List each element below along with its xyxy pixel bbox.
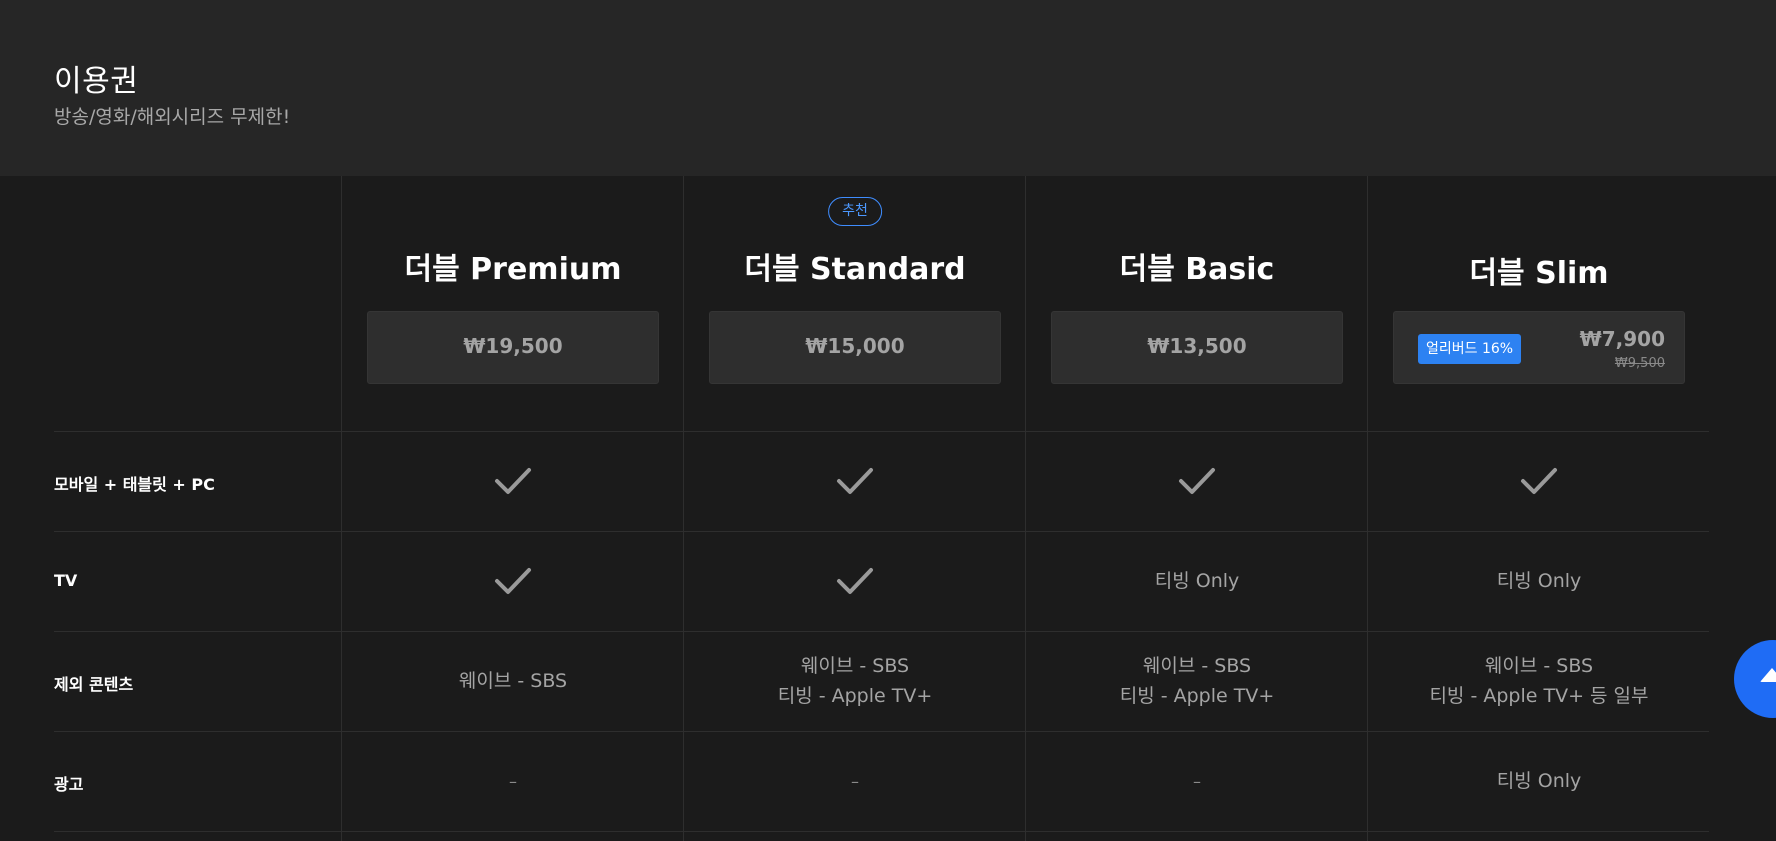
table-cell [342,566,684,605]
row-label-devices: 모바일 + 태블릿 + PC [54,475,215,494]
recommended-badge: 추천 [828,197,882,226]
cell-text: – [851,772,859,791]
checkmark-icon [836,568,874,601]
plan-name: 더블 Basic [1119,252,1275,287]
table-cell: – [342,766,684,797]
plan-basic[interactable]: 더블 Basic ₩13,500 [1026,176,1368,432]
page-title: 이용권 [54,64,139,99]
table-cell: 웨이브 - SBS 티빙 - Apple TV+ [1026,651,1368,711]
row-divider [54,831,1709,832]
cell-text: 티빙 Only [1154,570,1240,592]
table-cell [684,566,1026,605]
plan-name: 더블 Premium [404,252,622,287]
checkmark-icon [1520,468,1558,501]
plan-name: 더블 Standard [744,252,966,287]
table-cell: 웨이브 - SBS 티빙 - Apple TV+ 등 일부 [1368,651,1710,711]
plan-name: 더블 Slim [1469,256,1609,291]
row-label-ads: 광고 [54,775,84,794]
price-box[interactable]: 얼리버드 16% ₩7,900 ₩9,500 [1393,311,1685,384]
cell-text-line: 웨이브 - SBS [800,655,910,677]
early-bird-badge: 얼리버드 16% [1418,334,1522,364]
checkmark-icon [494,468,532,501]
plan-price: ₩19,500 [463,334,563,358]
price-box[interactable]: ₩15,000 [709,311,1001,384]
price-box[interactable]: ₩19,500 [367,311,659,384]
table-cell: 웨이브 - SBS [342,666,684,696]
original-price: ₩9,500 [1614,356,1665,371]
page-subtitle: 방송/영화/해외시리즈 무제한! [54,106,291,128]
plan-price: ₩13,500 [1147,334,1247,358]
table-cell: 티빙 Only [1368,766,1710,796]
cell-text: – [509,772,517,791]
table-cell: 웨이브 - SBS 티빙 - Apple TV+ [684,651,1026,711]
row-divider [54,731,1709,732]
plan-slim[interactable]: 더블 Slim 얼리버드 16% ₩7,900 ₩9,500 [1368,176,1710,432]
cell-text-line: 웨이브 - SBS [1142,655,1252,677]
row-divider [54,631,1709,632]
cell-text-line: 티빙 - Apple TV+ [1119,685,1275,707]
cell-text-line: 웨이브 - SBS [1484,655,1594,677]
row-label-excluded: 제외 콘텐츠 [54,675,134,694]
checkmark-icon [1178,468,1216,501]
row-label-tv: TV [54,571,78,590]
plan-price: ₩15,000 [805,334,905,358]
table-cell: 티빙 Only [1026,566,1368,596]
checkmark-icon [836,468,874,501]
table-cell: – [1026,766,1368,797]
page-header: 이용권 방송/영화/해외시리즈 무제한! [0,0,1776,176]
table-cell [1026,466,1368,505]
plan-premium[interactable]: 더블 Premium ₩19,500 [342,176,684,432]
cell-text: – [1193,772,1201,791]
table-cell [684,466,1026,505]
cell-text-line: 티빙 - Apple TV+ 등 일부 [1429,685,1649,707]
table-cell: – [684,766,1026,797]
cell-text-line: 티빙 - Apple TV+ [777,685,933,707]
cell-text: 티빙 Only [1496,570,1582,592]
checkmark-icon [494,568,532,601]
price-box[interactable]: ₩13,500 [1051,311,1343,384]
plan-comparison-table: 더블 Premium ₩19,500 추천 더블 Standard ₩15,00… [0,176,1776,841]
plan-standard[interactable]: 추천 더블 Standard ₩15,000 [684,176,1026,432]
table-cell: 티빙 Only [1368,566,1710,596]
table-cell [342,466,684,505]
cell-text: 티빙 Only [1496,770,1582,792]
table-cell [1368,466,1710,505]
arrow-up-icon [1760,668,1776,682]
row-divider [54,531,1709,532]
cell-text-line: 웨이브 - SBS [458,670,568,692]
sale-price: ₩7,900 [1579,327,1665,351]
